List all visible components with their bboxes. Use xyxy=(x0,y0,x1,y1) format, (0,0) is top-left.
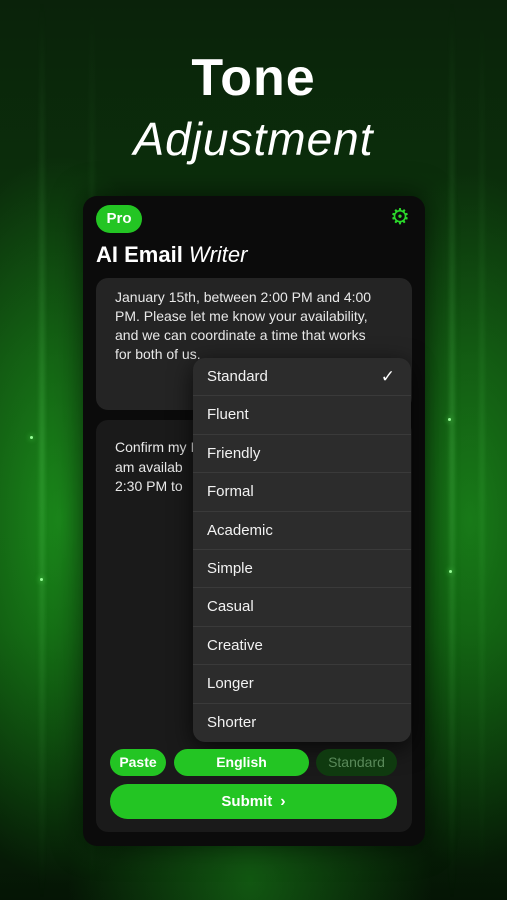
tone-option-friendly[interactable]: Friendly xyxy=(193,435,411,474)
gear-icon[interactable]: ⚙ xyxy=(389,206,411,228)
sparkle xyxy=(448,418,451,421)
chevron-right-icon: › xyxy=(280,793,286,810)
tone-option-formal[interactable]: Formal xyxy=(193,473,411,512)
submit-label: Submit xyxy=(221,793,273,810)
app-title: AI Email Writer xyxy=(96,242,247,268)
pro-badge[interactable]: Pro xyxy=(96,205,142,233)
promo-subtitle: Adjustment xyxy=(133,113,374,165)
app-title-bold: AI Email xyxy=(96,242,183,267)
tone-option-longer[interactable]: Longer xyxy=(193,665,411,704)
tone-option-fluent[interactable]: Fluent xyxy=(193,396,411,435)
submit-button[interactable]: Submit › xyxy=(110,784,397,819)
tone-selector[interactable]: Standard xyxy=(316,749,397,776)
tone-option-shorter[interactable]: Shorter xyxy=(193,704,411,742)
input-text: January 15th, between 2:00 PM and 4:00 P… xyxy=(115,289,372,362)
app-title-italic: Writer xyxy=(188,242,248,267)
tone-option-creative[interactable]: Creative xyxy=(193,627,411,666)
paste-button[interactable]: Paste xyxy=(110,749,166,776)
sparkle xyxy=(449,570,452,573)
sparkle xyxy=(40,578,43,581)
sparkle xyxy=(30,436,33,439)
app-screen: Pro ⚙ AI Email Writer January 15th, betwe… xyxy=(83,196,425,846)
language-selector[interactable]: English xyxy=(174,749,309,776)
checkmark-icon: ✓ xyxy=(380,367,395,386)
promo-title: Tone xyxy=(191,49,316,107)
tone-option-standard[interactable]: Standard ✓ xyxy=(193,358,411,397)
tone-option-simple[interactable]: Simple xyxy=(193,550,411,589)
tone-option-casual[interactable]: Casual xyxy=(193,588,411,627)
output-text: Confirm my I am availab 2:30 PM to xyxy=(115,439,195,494)
tone-dropdown-menu: Standard ✓ Fluent Friendly Formal Academi… xyxy=(193,358,411,742)
tone-option-academic[interactable]: Academic xyxy=(193,512,411,550)
